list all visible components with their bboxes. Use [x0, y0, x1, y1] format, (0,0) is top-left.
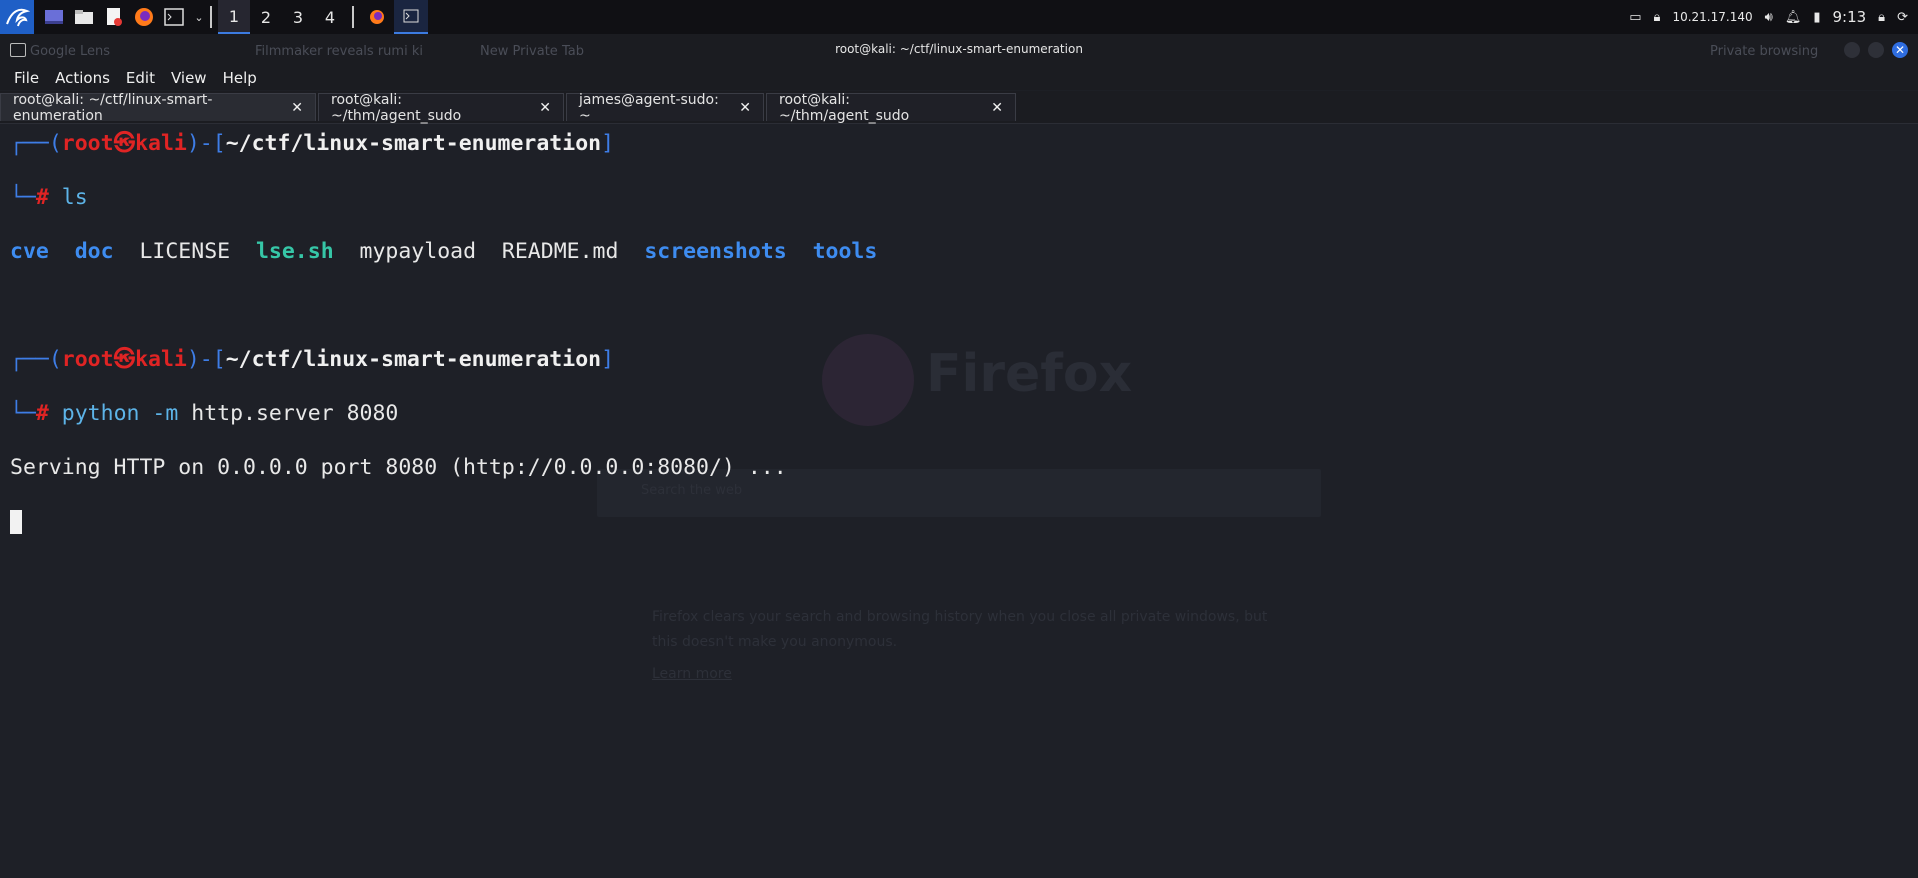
- clock[interactable]: 9:13: [1832, 8, 1866, 26]
- server-output: Serving HTTP on 0.0.0.0 port 8080 (http:…: [10, 455, 787, 480]
- prompt-close: )-[: [186, 347, 226, 372]
- prompt-open: ┌──(: [10, 131, 62, 156]
- terminal-lines: ┌──(root㉿kali)-[~/ctf/linux-smart-enumer…: [10, 130, 877, 535]
- desktop-icon[interactable]: [44, 7, 64, 27]
- prompt-end: ]: [601, 131, 615, 156]
- power-icon[interactable]: ⟳: [1897, 10, 1908, 25]
- text-cursor: [10, 510, 22, 534]
- workspace-2[interactable]: 2: [250, 0, 282, 34]
- prompt-line: ┌──(root㉿kali)-[~/ctf/linux-smart-enumer…: [10, 346, 877, 373]
- menu-bar: File Actions Edit View Help: [0, 66, 1918, 90]
- ls-output: cve doc LICENSE lse.sh mypayload README.…: [10, 238, 877, 265]
- terminal-output-area[interactable]: Firefox Search the web Firefox clears yo…: [0, 124, 1918, 878]
- cursor-line: [10, 508, 877, 535]
- vpn-lock-icon[interactable]: 🔒︎: [1654, 10, 1661, 25]
- screen-icon[interactable]: ▭: [1629, 10, 1641, 25]
- menu-help[interactable]: Help: [223, 69, 257, 87]
- minimize-button[interactable]: [1844, 42, 1860, 58]
- workspace-1[interactable]: 1: [218, 0, 250, 34]
- kali-menu-button[interactable]: [0, 0, 34, 34]
- ip-address: 10.21.17.140: [1672, 10, 1753, 24]
- firefox-icon: [370, 10, 384, 24]
- firefox-brand-text: Firefox: [926, 344, 1133, 404]
- taskbar-terminal[interactable]: [394, 0, 428, 34]
- command-program: python: [61, 401, 140, 426]
- prompt-at: ㉿: [113, 347, 136, 372]
- background-learn-more: Learn more: [652, 666, 732, 682]
- ls-entry-file: LICENSE: [139, 239, 231, 264]
- tab-label: root@kali: ~/thm/agent_sudo: [331, 91, 462, 124]
- panel-separator: [352, 6, 354, 28]
- window-title: root@kali: ~/ctf/linux-smart-enumeration: [835, 42, 1083, 56]
- menu-actions[interactable]: Actions: [55, 69, 110, 87]
- prompt-path: ~/ctf/linux-smart-enumeration: [225, 131, 602, 156]
- prompt-user: root: [61, 131, 114, 156]
- prompt-hash: #: [35, 185, 49, 210]
- prompt-line: ┌──(root㉿kali)-[~/ctf/linux-smart-enumer…: [10, 130, 877, 157]
- ls-entry-dir: tools: [812, 239, 878, 264]
- volume-icon[interactable]: 🔊︎: [1765, 10, 1773, 25]
- tab-agent-sudo[interactable]: root@kali: ~/thm/agent_sudo ✕: [318, 91, 564, 124]
- workspace-3[interactable]: 3: [282, 0, 314, 34]
- prompt-path: ~/ctf/linux-smart-enumeration: [225, 347, 602, 372]
- terminal-tab-bar: root@kali: ~/ctf/linux-smart-enumeration…: [0, 91, 1918, 124]
- close-tab-icon[interactable]: ✕: [539, 100, 551, 116]
- tab-label: james@agent-sudo: ~: [579, 91, 719, 124]
- tab-agent-sudo-2[interactable]: root@kali: ~/thm/agent_sudo ✕: [766, 91, 1016, 124]
- terminal-icon[interactable]: [164, 7, 184, 27]
- ls-entry-dir: screenshots: [644, 239, 787, 264]
- workspace-switcher: 1 2 3 4: [218, 0, 346, 34]
- prompt-corner: └─: [10, 401, 36, 426]
- prompt-host: kali: [135, 131, 187, 156]
- prompt-host: kali: [135, 347, 187, 372]
- workspace-4[interactable]: 4: [314, 0, 346, 34]
- prompt-corner: └─: [10, 185, 36, 210]
- text-editor-icon[interactable]: [104, 7, 124, 27]
- lock-screen-icon[interactable]: 🔒︎: [1878, 10, 1885, 25]
- prompt-open: ┌──(: [10, 347, 62, 372]
- command-text: ls: [61, 185, 88, 210]
- close-tab-icon[interactable]: ✕: [291, 100, 303, 116]
- tab-linux-smart-enumeration[interactable]: root@kali: ~/ctf/linux-smart-enumeration…: [0, 91, 316, 124]
- command-line: └─# ls: [10, 184, 877, 211]
- menu-edit[interactable]: Edit: [126, 69, 155, 87]
- prompt-hash: #: [35, 401, 49, 426]
- window-titlebar[interactable]: Google Lens Filmmaker reveals rumi ki Ne…: [0, 34, 1918, 66]
- command-flag: -m: [152, 401, 179, 426]
- top-panel: ⌄ 1 2 3 4 ▭ 🔒︎ 10.21.17.140 🔊︎ 🔔︎ ▮ 9:13…: [0, 0, 1918, 34]
- terminal-icon: [403, 9, 419, 23]
- file-manager-icon[interactable]: [74, 7, 94, 27]
- prompt-end: ]: [601, 347, 615, 372]
- tab-label: root@kali: ~/thm/agent_sudo: [779, 91, 910, 124]
- panel-separator: [210, 6, 212, 28]
- prompt-at: ㉿: [113, 131, 136, 156]
- close-window-button[interactable]: ✕: [1892, 42, 1908, 58]
- battery-icon[interactable]: ▮: [1813, 10, 1820, 25]
- firefox-icon[interactable]: [134, 7, 154, 27]
- chevron-down-icon[interactable]: ⌄: [194, 7, 204, 27]
- ls-entry-dir: cve: [10, 239, 49, 264]
- command-line: └─# python -m http.server 8080: [10, 400, 877, 427]
- bell-icon[interactable]: 🔔︎: [1785, 10, 1802, 25]
- prompt-user: root: [61, 347, 114, 372]
- menu-view[interactable]: View: [171, 69, 207, 87]
- close-tab-icon[interactable]: ✕: [991, 100, 1003, 116]
- system-tray: ▭ 🔒︎ 10.21.17.140 🔊︎ 🔔︎ ▮ 9:13 🔒︎ ⟳: [1629, 0, 1918, 34]
- ls-entry-file: mypayload: [359, 239, 477, 264]
- ls-entry-exe: lse.sh: [255, 239, 334, 264]
- maximize-button[interactable]: [1868, 42, 1884, 58]
- kali-dragon-icon: [6, 8, 30, 27]
- ls-entry-file: README.md: [501, 239, 619, 264]
- ls-entry-dir: doc: [74, 239, 114, 264]
- tab-james-agent-sudo[interactable]: james@agent-sudo: ~ ✕: [566, 91, 764, 124]
- command-args: http.server 8080: [191, 401, 399, 426]
- tab-label: root@kali: ~/ctf/linux-smart-enumeration: [13, 91, 213, 124]
- background-private-note: Firefox clears your search and browsing …: [652, 609, 1268, 650]
- prompt-close: )-[: [186, 131, 226, 156]
- menu-file[interactable]: File: [14, 69, 39, 87]
- close-tab-icon[interactable]: ✕: [739, 100, 751, 116]
- taskbar-firefox[interactable]: [360, 0, 394, 34]
